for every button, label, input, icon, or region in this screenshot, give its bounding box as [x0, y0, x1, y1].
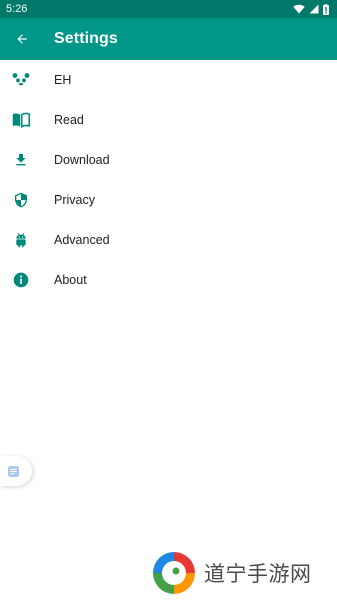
wifi-icon	[293, 4, 305, 14]
status-time: 5:26	[6, 3, 28, 15]
note-icon	[7, 465, 19, 477]
swirl-logo-icon	[153, 552, 195, 594]
download-icon	[12, 151, 30, 169]
settings-item-label: EH	[54, 73, 72, 87]
android-icon	[12, 231, 30, 249]
settings-item-advanced[interactable]: Advanced	[0, 220, 337, 260]
watermark: 道宁手游网	[150, 548, 335, 598]
settings-item-label: Read	[54, 113, 84, 127]
toolbar: Settings	[0, 18, 337, 60]
settings-item-label: Privacy	[54, 193, 95, 207]
back-button[interactable]	[1, 18, 43, 60]
battery-icon	[323, 3, 329, 15]
book-icon	[12, 111, 30, 129]
watermark-text: 道宁手游网	[204, 562, 312, 586]
page-title: Settings	[54, 30, 118, 47]
panda-icon	[12, 71, 30, 89]
settings-item-label: Download	[54, 153, 110, 167]
info-icon	[12, 271, 30, 289]
settings-screen: 5:26 Settings EH Read Download Privacy A…	[0, 0, 337, 600]
arrow-back-icon	[17, 34, 27, 44]
settings-item-eh[interactable]: EH	[0, 60, 337, 100]
status-icons	[293, 3, 329, 15]
settings-item-read[interactable]: Read	[0, 100, 337, 140]
settings-list: EH Read Download Privacy Advanced About	[0, 60, 337, 300]
cell-signal-icon	[309, 4, 319, 14]
shield-icon	[12, 191, 30, 209]
status-bar: 5:26	[0, 0, 337, 18]
floating-note-button[interactable]	[0, 456, 32, 486]
settings-item-about[interactable]: About	[0, 260, 337, 300]
settings-item-label: About	[54, 273, 87, 287]
settings-item-download[interactable]: Download	[0, 140, 337, 180]
settings-item-label: Advanced	[54, 233, 110, 247]
settings-item-privacy[interactable]: Privacy	[0, 180, 337, 220]
